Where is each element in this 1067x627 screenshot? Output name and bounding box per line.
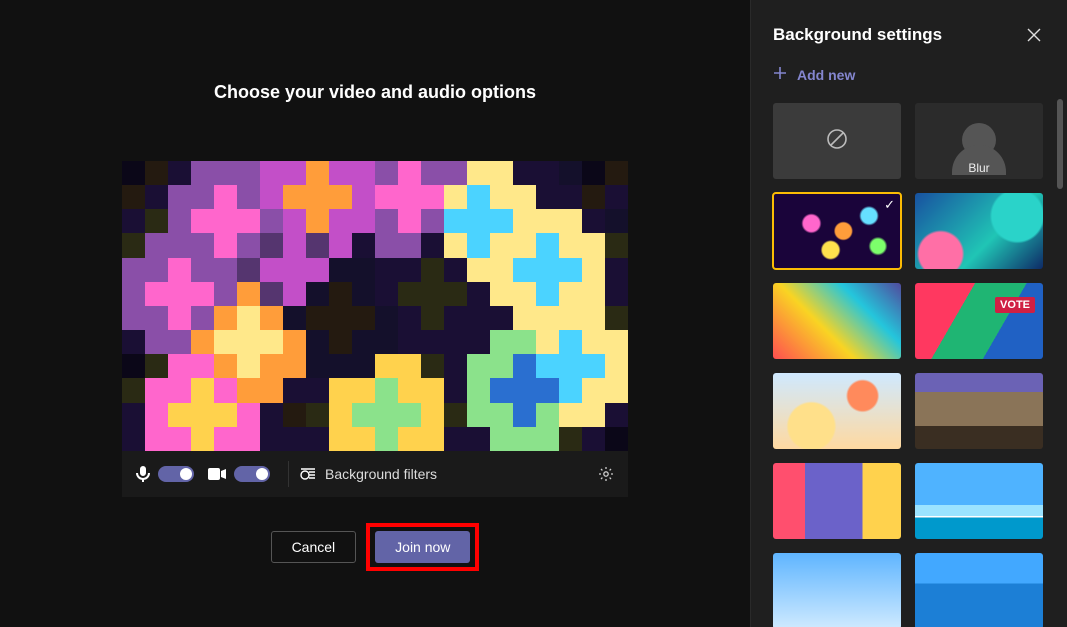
avatar-icon: [962, 123, 996, 157]
video-preview-container: Background filters: [122, 161, 628, 497]
microphone-icon: [136, 466, 150, 482]
join-highlight: Join now: [366, 523, 479, 571]
panel-title: Background settings: [773, 25, 942, 45]
background-option-none[interactable]: [773, 103, 901, 179]
background-filters-button[interactable]: Background filters: [325, 466, 598, 482]
video-preview: [122, 161, 628, 451]
footer-buttons: Cancel Join now: [271, 523, 480, 571]
close-panel-button[interactable]: [1023, 24, 1045, 46]
panel-header: Background settings: [751, 0, 1067, 56]
camera-icon: [208, 468, 226, 480]
background-grid-scroll: Blur ✓: [751, 99, 1067, 627]
background-settings-panel: Background settings Add new: [750, 0, 1067, 627]
background-option-celebration[interactable]: [773, 373, 901, 449]
checkmark-icon: ✓: [884, 197, 895, 213]
background-option-blur[interactable]: Blur: [915, 103, 1043, 179]
background-grid: Blur ✓: [773, 103, 1067, 627]
microphone-toggle[interactable]: [158, 466, 194, 482]
scrollbar[interactable]: [1057, 99, 1063, 189]
plus-icon: [773, 66, 787, 83]
app-root: Choose your video and audio options Back…: [0, 0, 1067, 627]
background-option-lights[interactable]: ✓: [773, 193, 901, 269]
background-filters-icon: [299, 467, 317, 481]
none-icon: [826, 128, 848, 155]
cancel-button[interactable]: Cancel: [271, 531, 357, 563]
background-option-vote[interactable]: [915, 283, 1043, 359]
background-option-livingroom[interactable]: [915, 373, 1043, 449]
divider: [288, 461, 289, 487]
background-option-shelves[interactable]: [773, 463, 901, 539]
background-option-sky[interactable]: [773, 553, 901, 627]
blur-label: Blur: [968, 161, 989, 175]
background-option-waves[interactable]: [915, 193, 1043, 269]
background-option-sea[interactable]: [915, 553, 1043, 627]
join-now-button[interactable]: Join now: [375, 531, 470, 563]
page-title: Choose your video and audio options: [214, 82, 536, 103]
camera-toggle[interactable]: [234, 466, 270, 482]
background-option-abstract[interactable]: [773, 283, 901, 359]
device-settings-button[interactable]: [598, 466, 614, 482]
prejoin-panel: Choose your video and audio options Back…: [0, 0, 750, 627]
add-new-label: Add new: [797, 67, 855, 83]
add-new-background-button[interactable]: Add new: [751, 56, 1067, 99]
background-option-beach[interactable]: [915, 463, 1043, 539]
device-control-bar: Background filters: [122, 451, 628, 497]
